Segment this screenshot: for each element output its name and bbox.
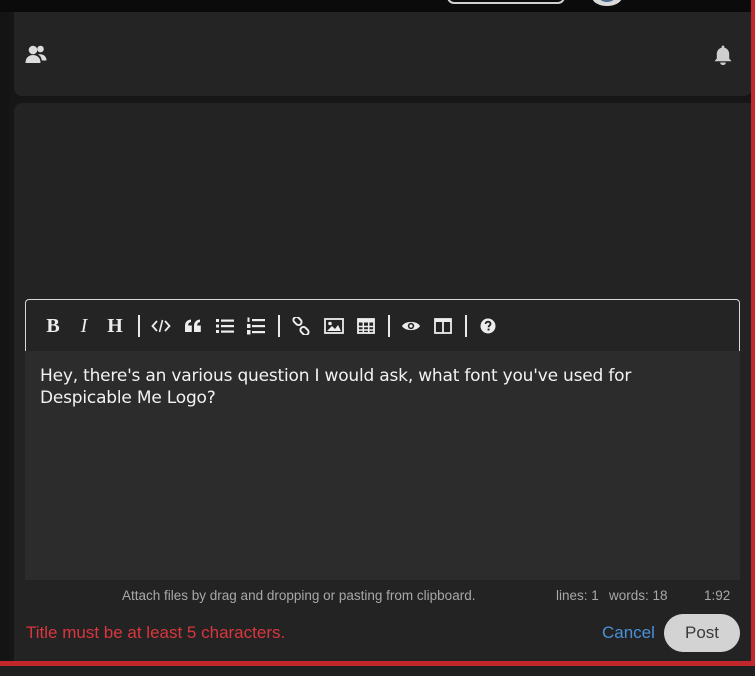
line-count: lines: 1 — [556, 588, 599, 603]
code-button[interactable] — [148, 313, 174, 339]
bell-icon[interactable] — [713, 44, 733, 66]
italic-button[interactable]: I — [71, 313, 97, 339]
link-icon — [292, 317, 310, 335]
title-error-message: Title must be at least 5 characters. — [26, 623, 286, 642]
toolbar-separator — [138, 315, 140, 337]
toolbar-separator — [465, 315, 467, 337]
bold-icon: B — [46, 315, 60, 337]
cursor-position: 1:92 — [704, 588, 731, 603]
heading-button[interactable]: H — [102, 313, 128, 339]
numbered-list-button[interactable] — [243, 313, 269, 339]
cancel-button[interactable]: Cancel — [602, 623, 655, 643]
image-icon — [324, 318, 344, 334]
message-textarea[interactable]: Hey, there's an various question I would… — [25, 351, 740, 580]
top-navbar — [0, 0, 755, 12]
avatar[interactable] — [592, 0, 622, 6]
bold-button[interactable]: B — [40, 313, 66, 339]
numbered-list-icon — [247, 317, 265, 335]
top-search-pill[interactable] — [447, 0, 565, 4]
discussion-header-card — [14, 12, 752, 96]
side-by-side-icon — [434, 318, 452, 334]
word-count: words: 18 — [609, 588, 668, 603]
attach-hint: Attach files by drag and dropping or pas… — [122, 588, 476, 603]
link-button[interactable] — [288, 313, 314, 339]
composer-border-right — [751, 0, 755, 666]
toolbar-separator — [278, 315, 280, 337]
quote-icon — [185, 319, 201, 332]
table-button[interactable] — [353, 313, 379, 339]
image-button[interactable] — [321, 313, 347, 339]
preview-icon — [402, 321, 420, 331]
bullet-list-button[interactable] — [212, 313, 238, 339]
table-icon — [357, 318, 375, 334]
quote-button[interactable] — [180, 313, 206, 339]
help-icon — [480, 318, 496, 334]
bullet-list-icon — [216, 319, 234, 333]
toolbar-separator — [388, 315, 390, 337]
italic-icon: I — [80, 315, 88, 337]
page-footer-edge — [0, 666, 755, 676]
help-button[interactable] — [475, 313, 501, 339]
heading-icon: H — [107, 315, 123, 337]
editor-toolbar — [25, 299, 740, 351]
side-by-side-button[interactable] — [430, 313, 456, 339]
preview-button[interactable] — [398, 313, 424, 339]
code-icon — [151, 319, 171, 333]
users-icon[interactable] — [24, 42, 48, 66]
left-sidebar-edge — [0, 12, 9, 676]
post-button[interactable]: Post — [664, 614, 740, 652]
